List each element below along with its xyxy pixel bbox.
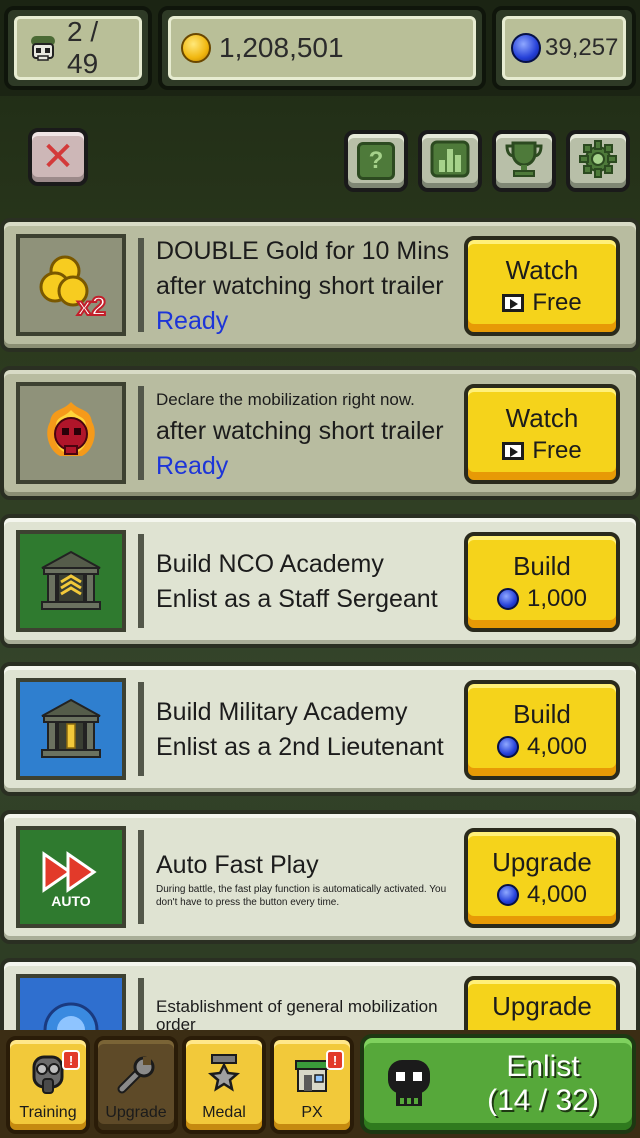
row-divider bbox=[138, 386, 144, 480]
nav-px[interactable]: ! PX bbox=[270, 1036, 354, 1134]
alert-badge: ! bbox=[62, 1050, 80, 1070]
row-title: DOUBLE Gold for 10 Mins bbox=[156, 237, 450, 265]
blue-gem-icon bbox=[496, 736, 519, 758]
trophy-icon bbox=[503, 139, 545, 184]
row-title: Auto Fast Play bbox=[156, 850, 319, 879]
upgrade-button[interactable]: Upgrade 4,000 bbox=[464, 828, 620, 928]
help-button[interactable]: ? bbox=[344, 130, 408, 192]
gem-counter: 39,257 bbox=[492, 6, 636, 90]
nav-training[interactable]: ! Training bbox=[6, 1036, 90, 1134]
nav-medal[interactable]: Medal bbox=[182, 1036, 266, 1134]
build-button[interactable]: Build 1,000 bbox=[464, 532, 620, 632]
close-icon: ✕ bbox=[41, 134, 75, 180]
row-mobilization: Declare the mobilization right now. afte… bbox=[0, 366, 640, 500]
action-label: Upgrade bbox=[492, 847, 592, 877]
action-price: 1,000 bbox=[526, 585, 588, 612]
row-subtitle: Enlist as a Staff Sergeant bbox=[156, 585, 438, 613]
wrench-icon bbox=[112, 1052, 160, 1098]
nav-label: Training bbox=[19, 1104, 77, 1121]
row-description: Auto Fast Play During battle, the fast p… bbox=[156, 826, 456, 930]
row-title: Build NCO Academy bbox=[156, 550, 384, 578]
blue-gem-icon bbox=[496, 588, 519, 610]
gear-icon bbox=[578, 139, 618, 184]
row-description: Declare the mobilization right now. afte… bbox=[156, 382, 456, 486]
row-double-gold: x2 DOUBLE Gold for 10 Mins after watchin… bbox=[0, 218, 640, 352]
auto-fast-forward-icon: AUTO bbox=[16, 826, 126, 928]
help-card-icon: ? bbox=[357, 142, 395, 180]
gold-counter: 1,208,501 bbox=[158, 6, 486, 90]
military-academy-icon bbox=[16, 678, 126, 780]
blue-gem-icon bbox=[511, 33, 541, 63]
bottom-nav: ! Training Upgrade Medal ! PX Enlist (14… bbox=[0, 1030, 640, 1138]
row-subtitle: after watching short trailer bbox=[156, 416, 444, 445]
action-price: Free bbox=[532, 437, 582, 464]
row-subtitle: Enlist as a 2nd Lieutenant bbox=[156, 733, 444, 761]
action-label: Watch bbox=[505, 403, 579, 433]
gem-amount: 39,257 bbox=[545, 34, 619, 61]
svg-text:AUTO: AUTO bbox=[51, 893, 91, 909]
video-play-icon bbox=[502, 294, 525, 312]
action-price: 4,000 bbox=[526, 733, 588, 760]
row-title: Declare the mobilization right now. bbox=[156, 389, 415, 409]
ready-status: Ready bbox=[156, 451, 229, 480]
blue-gem-icon bbox=[496, 884, 519, 906]
ranking-chart-icon bbox=[430, 140, 470, 183]
nco-academy-icon bbox=[16, 530, 126, 632]
svg-text:x2: x2 bbox=[77, 291, 106, 321]
action-label: Build bbox=[513, 551, 571, 581]
ranking-button[interactable] bbox=[418, 130, 482, 192]
enlist-count: (14 / 32) bbox=[487, 1084, 599, 1117]
enlist-button[interactable]: Enlist (14 / 32) bbox=[360, 1034, 636, 1134]
row-description: Build NCO Academy Enlist as a Staff Serg… bbox=[156, 530, 456, 634]
row-subtitle: after watching short trailer bbox=[156, 272, 444, 300]
army-counter: 2 / 49 bbox=[4, 6, 152, 90]
watch-button[interactable]: Watch Free bbox=[464, 384, 620, 484]
video-play-icon bbox=[502, 442, 525, 460]
row-nco-academy: Build NCO Academy Enlist as a Staff Serg… bbox=[0, 514, 640, 648]
row-title: Build Military Academy bbox=[156, 698, 408, 726]
flaming-skull-icon bbox=[16, 382, 126, 484]
row-description: DOUBLE Gold for 10 Mins after watching s… bbox=[156, 234, 456, 338]
action-label: Upgrade bbox=[492, 991, 592, 1021]
row-divider bbox=[138, 682, 144, 776]
gold-coin-icon bbox=[181, 33, 211, 63]
enlist-title: Enlist bbox=[506, 1050, 580, 1083]
nav-label: Upgrade bbox=[105, 1104, 167, 1121]
gold-coins-x2-icon: x2 bbox=[16, 234, 126, 336]
medal-icon bbox=[200, 1052, 248, 1098]
watch-button[interactable]: Watch Free bbox=[464, 236, 620, 336]
action-price: Free bbox=[532, 289, 582, 316]
settings-button[interactable] bbox=[566, 130, 630, 192]
nav-label: Medal bbox=[202, 1104, 246, 1121]
action-label: Build bbox=[513, 699, 571, 729]
row-title: Establishment of general mobilization or… bbox=[156, 997, 438, 1034]
nav-upgrade[interactable]: Upgrade bbox=[94, 1036, 178, 1134]
gold-amount: 1,208,501 bbox=[219, 32, 344, 63]
row-auto-fast-play: AUTO Auto Fast Play During battle, the f… bbox=[0, 810, 640, 944]
nav-label: PX bbox=[301, 1104, 323, 1121]
alert-badge: ! bbox=[326, 1050, 344, 1070]
trophy-button[interactable] bbox=[492, 130, 556, 192]
action-label: Watch bbox=[505, 255, 579, 285]
row-divider bbox=[138, 238, 144, 332]
skull-icon bbox=[364, 1054, 454, 1114]
close-button[interactable]: ✕ bbox=[28, 128, 88, 186]
row-divider bbox=[138, 534, 144, 628]
top-bar: 2 / 49 1,208,501 39,257 bbox=[0, 0, 640, 96]
army-count: 2 / 49 bbox=[67, 16, 99, 79]
row-divider bbox=[138, 830, 144, 924]
build-button[interactable]: Build 4,000 bbox=[464, 680, 620, 780]
row-description: Build Military Academy Enlist as a 2nd L… bbox=[156, 678, 456, 782]
ready-status: Ready bbox=[156, 307, 229, 335]
row-military-academy: Build Military Academy Enlist as a 2nd L… bbox=[0, 662, 640, 796]
skull-helmet-icon bbox=[27, 32, 59, 64]
action-price: 4,000 bbox=[526, 881, 588, 908]
row-subtitle: During battle, the fast play function is… bbox=[156, 883, 447, 908]
